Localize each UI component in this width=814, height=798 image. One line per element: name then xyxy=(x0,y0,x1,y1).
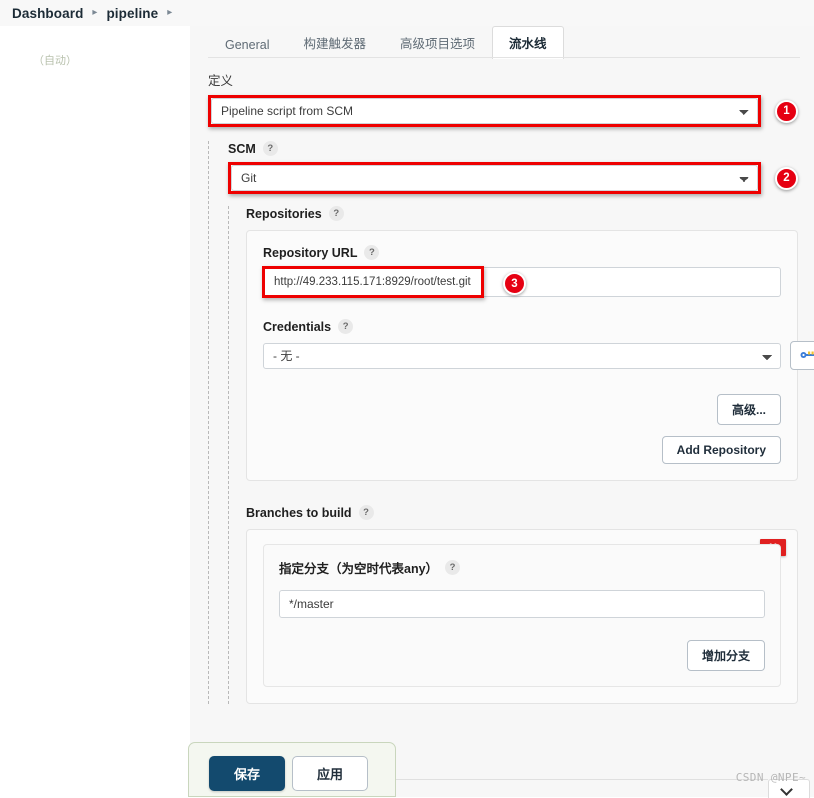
branch-specifier-label-text: 指定分支（为空时代表any） xyxy=(279,562,439,576)
scm-label: SCM ? xyxy=(228,141,798,156)
advanced-button[interactable]: 高级... xyxy=(716,394,781,425)
tab-general[interactable]: General xyxy=(208,31,286,59)
scm-label-text: SCM xyxy=(228,141,256,156)
breadcrumb: Dashboard ▸ pipeline ▸ xyxy=(0,0,814,27)
branch-specifier-label: 指定分支（为空时代表any） ? xyxy=(279,558,765,577)
annotation-badge-2: 2 xyxy=(775,166,798,190)
watermark: CSDN @NPE~ xyxy=(735,771,806,784)
credentials-select[interactable]: - 无 - xyxy=(263,342,781,369)
add-branch-button-row: 增加分支 xyxy=(279,640,765,671)
definition-label-text: 定义 xyxy=(208,74,234,88)
config-content-panel: General 构建触发器 高级项目选项 流水线 定义 Pipeline scr… xyxy=(190,26,814,797)
save-bar: 保存 应用 xyxy=(188,742,396,797)
definition-label: 定义 xyxy=(208,70,798,89)
add-credentials-button[interactable]: 添加 ▾ xyxy=(790,341,814,370)
pipeline-form: 定义 Pipeline script from SCM 1 SCM ? Git … xyxy=(190,58,814,704)
save-button[interactable]: 保存 xyxy=(209,756,286,791)
add-repository-button-row: Add Repository xyxy=(263,436,781,464)
tab-build-triggers[interactable]: 构建触发器 xyxy=(286,26,383,59)
credentials-label-text: Credentials xyxy=(263,319,332,334)
repository-block: Repository URL ? http://49.233.115.171:8… xyxy=(246,230,814,481)
page-body: General 构建触发器 高级项目选项 流水线 定义 Pipeline scr… xyxy=(0,26,814,797)
annotation-badge-1: 1 xyxy=(775,99,798,123)
repositories-label-text: Repositories xyxy=(246,206,322,221)
save-bar-buttons: 保存 应用 xyxy=(209,756,369,791)
key-icon xyxy=(800,349,814,363)
breadcrumb-item-dashboard[interactable]: Dashboard xyxy=(12,6,83,21)
obscured-auto-text: （自动） xyxy=(33,55,77,67)
repository-url-value: http://49.233.115.171:8929/root/test.git xyxy=(274,276,471,288)
tab-advanced-project-options[interactable]: 高级项目选项 xyxy=(383,26,492,59)
credentials-label: Credentials ? xyxy=(263,319,781,334)
definition-annotation-box: Pipeline script from SCM xyxy=(208,95,761,127)
repository-url-annotation-box: http://49.233.115.171:8929/root/test.git xyxy=(262,266,484,298)
add-repository-button[interactable]: Add Repository xyxy=(661,436,781,464)
config-tabs: General 构建触发器 高级项目选项 流水线 xyxy=(190,26,814,59)
branches-block: X 指定分支（为空时代表any） ? 增加分支 xyxy=(246,529,798,704)
help-icon[interactable]: ? xyxy=(338,319,354,334)
help-icon[interactable]: ? xyxy=(328,206,344,221)
definition-select[interactable]: Pipeline script from SCM xyxy=(211,98,758,124)
branches-label: Branches to build ? xyxy=(246,505,798,520)
scm-annotation-box: Git xyxy=(228,162,761,194)
help-icon[interactable]: ? xyxy=(358,505,374,520)
help-icon[interactable]: ? xyxy=(445,560,461,575)
help-icon[interactable]: ? xyxy=(364,245,380,260)
repositories-section: Repositories ? Repository URL ? http://4… xyxy=(228,206,814,704)
breadcrumb-item-pipeline[interactable]: pipeline xyxy=(106,6,158,21)
scm-row: Git 2 xyxy=(228,162,798,194)
add-branch-button[interactable]: 增加分支 xyxy=(686,640,765,671)
advanced-button-row: 高级... xyxy=(263,394,781,425)
annotation-badge-3: 3 xyxy=(503,272,526,295)
branches-label-text: Branches to build xyxy=(246,505,352,520)
branch-specifier-input[interactable] xyxy=(279,590,765,618)
tab-pipeline[interactable]: 流水线 xyxy=(492,26,564,59)
breadcrumb-separator-icon: ▸ xyxy=(92,7,98,18)
breadcrumb-separator-icon: ▸ xyxy=(167,7,173,18)
repository-url-label: Repository URL ? xyxy=(263,245,781,260)
definition-row: Pipeline script from SCM 1 xyxy=(208,95,798,127)
scm-section: SCM ? Git 2 Repositories ? Repository UR… xyxy=(208,141,814,704)
help-icon[interactable]: ? xyxy=(262,141,278,156)
scm-select[interactable]: Git xyxy=(231,165,758,191)
repositories-label: Repositories ? xyxy=(246,206,798,221)
credentials-row: - 无 - xyxy=(263,341,814,370)
repository-url-field[interactable]: http://49.233.115.171:8929/root/test.git… xyxy=(262,266,781,298)
repository-url-label-text: Repository URL xyxy=(263,245,358,260)
branch-specifier-block: 指定分支（为空时代表any） ? 增加分支 xyxy=(263,544,781,687)
apply-button[interactable]: 应用 xyxy=(292,756,369,791)
